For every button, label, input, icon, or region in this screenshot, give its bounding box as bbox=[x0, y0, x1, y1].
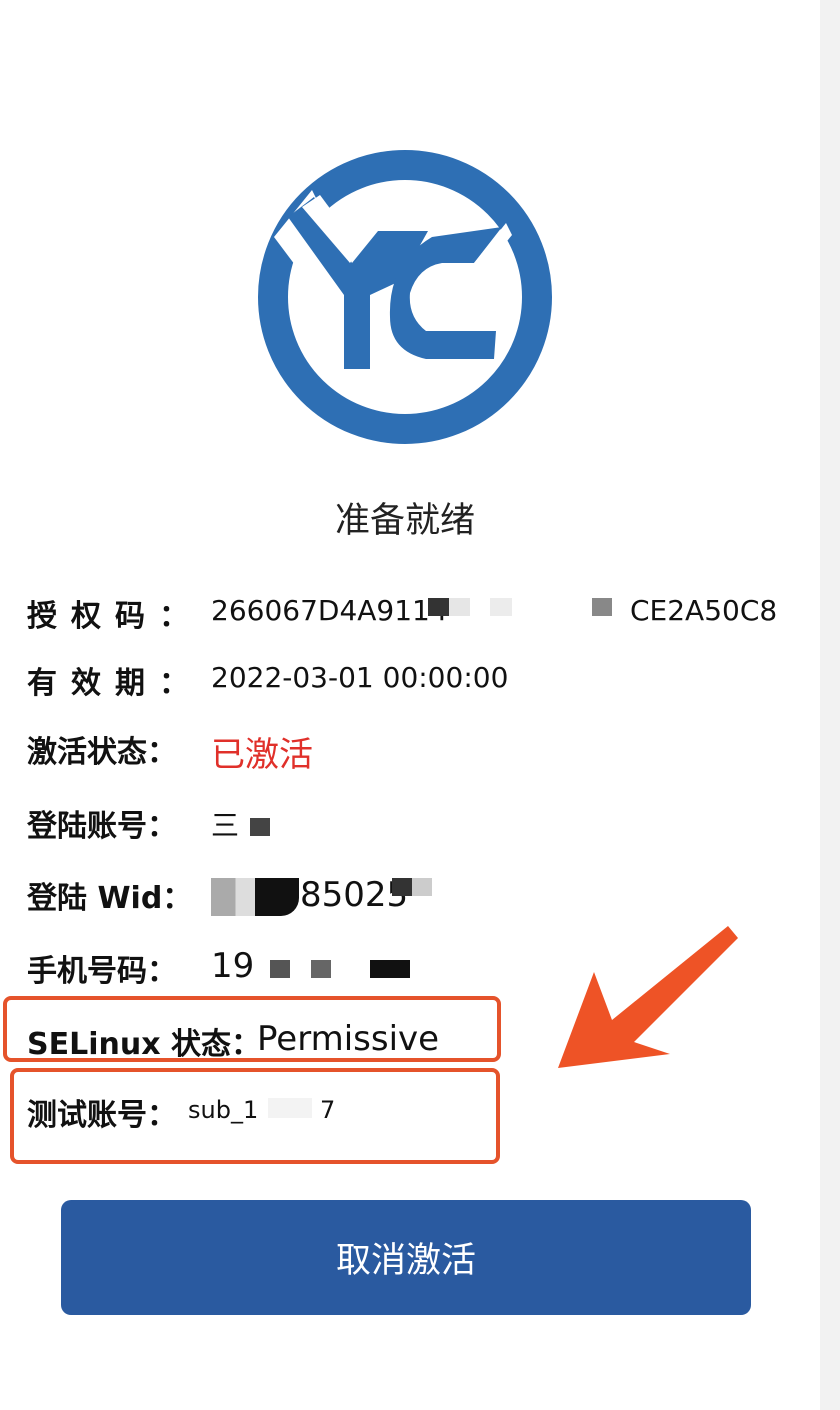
account-row: 登陆账号： bbox=[27, 798, 177, 848]
test-account-value-end: 7 bbox=[320, 1096, 336, 1124]
license-value-end: CE2A50C8 bbox=[630, 594, 778, 627]
deactivate-button[interactable]: 取消激活 bbox=[61, 1200, 751, 1315]
annotation-arrow-icon bbox=[558, 926, 738, 1068]
test-account-row: 测试账号： bbox=[27, 1087, 177, 1137]
activation-row: 激活状态： bbox=[27, 724, 177, 774]
redaction-mosaic bbox=[592, 598, 612, 616]
test-account-value-start: sub_1 bbox=[188, 1096, 259, 1124]
wid-label: 登陆 Wid： bbox=[27, 881, 193, 916]
account-label: 登陆账号： bbox=[27, 809, 177, 844]
scrollbar-track bbox=[820, 0, 840, 1410]
redaction-mosaic bbox=[268, 1098, 312, 1118]
redaction-mosaic bbox=[370, 960, 410, 978]
activation-status-value: 已激活 bbox=[211, 735, 313, 775]
license-label-colon: ： bbox=[159, 599, 189, 634]
redaction-mosaic bbox=[270, 960, 290, 978]
yc-logo bbox=[258, 150, 552, 444]
account-value: 三 bbox=[211, 809, 240, 842]
license-label: 授权码 bbox=[27, 599, 159, 634]
activation-label: 激活状态： bbox=[27, 735, 177, 770]
expiry-value: 2022-03-01 00:00:00 bbox=[211, 661, 509, 694]
redaction-mosaic bbox=[311, 960, 331, 978]
redaction-mosaic bbox=[392, 878, 432, 896]
wid-row: 登陆 Wid： bbox=[27, 870, 192, 920]
test-account-label: 测试账号： bbox=[27, 1098, 177, 1133]
redaction-mosaic bbox=[428, 598, 470, 616]
selinux-label: SELinux 状态： bbox=[27, 1027, 262, 1062]
expiry-label-colon: ： bbox=[159, 666, 189, 701]
phone-value: 19 bbox=[211, 946, 255, 986]
redaction-mosaic bbox=[211, 878, 299, 916]
expiry-row: 有效期： bbox=[27, 655, 189, 705]
phone-row: 手机号码： bbox=[27, 943, 177, 993]
selinux-row: SELinux 状态： bbox=[27, 1016, 261, 1066]
selinux-value: Permissive bbox=[257, 1019, 440, 1059]
license-value-start: 266067D4A9114 bbox=[211, 594, 448, 627]
expiry-label: 有效期 bbox=[27, 666, 159, 701]
redaction-mosaic bbox=[250, 818, 270, 836]
phone-label: 手机号码： bbox=[27, 954, 177, 989]
license-row: 授权码： bbox=[27, 588, 189, 638]
redaction-mosaic bbox=[490, 598, 512, 616]
status-text: 准备就绪 bbox=[334, 501, 475, 541]
